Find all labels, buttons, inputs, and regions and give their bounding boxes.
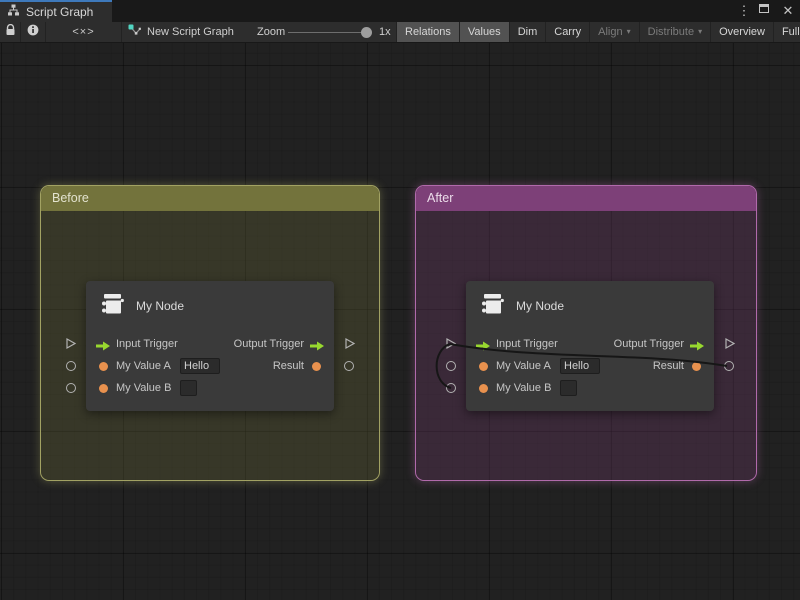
code-view-button[interactable]: <×>	[46, 22, 122, 42]
distribute-dropdown[interactable]: Distribute ▾	[639, 22, 710, 42]
toggle-overview[interactable]: Overview	[710, 22, 773, 42]
outer-value-a-port[interactable]	[446, 361, 456, 371]
zoom-value: 1x	[379, 22, 391, 42]
value-field-b[interactable]	[560, 380, 577, 396]
script-graph-window: Script Graph ⋮ ✕	[0, 0, 800, 600]
port-row-triggers: Input Trigger Output Trigger	[86, 333, 334, 355]
maximize-icon	[759, 4, 769, 13]
close-button[interactable]: ✕	[781, 3, 795, 19]
port-row-triggers: Input Trigger Output Trigger	[466, 333, 714, 355]
graph-name-area: New Script Graph	[128, 22, 234, 42]
value-port-a[interactable]	[99, 362, 108, 371]
outer-trigger-output-port[interactable]	[723, 337, 736, 350]
group-label: After	[427, 191, 453, 205]
window-controls: ⋮ ✕	[737, 0, 795, 22]
unit-icon	[99, 291, 125, 322]
node-my-node-after[interactable]: My Node Input Trigger Output Trigger My …	[466, 281, 714, 411]
port-label-my-value-b: My Value B	[116, 377, 171, 399]
port-label-result: Result	[273, 355, 304, 377]
chevron-down-icon: ▾	[698, 22, 702, 42]
value-field-a[interactable]	[560, 358, 600, 374]
value-field-b[interactable]	[180, 380, 197, 396]
port-row-value-a: My Value A Result	[466, 355, 714, 377]
port-label-output-trigger: Output Trigger	[614, 333, 684, 355]
outer-value-b-port[interactable]	[446, 383, 456, 393]
info-icon	[27, 23, 39, 41]
outer-trigger-input-port[interactable]	[444, 337, 457, 350]
lock-button[interactable]	[0, 22, 21, 42]
graph-name-label: New Script Graph	[147, 26, 234, 38]
value-field-a[interactable]	[180, 358, 220, 374]
node-header[interactable]: My Node	[86, 281, 334, 331]
port-row-value-b: My Value B	[466, 377, 714, 399]
tab-bar: Script Graph ⋮ ✕	[0, 0, 800, 22]
toggle-full-screen[interactable]: Full Screen	[773, 22, 800, 42]
group-header[interactable]: Before	[41, 186, 379, 211]
port-label-input-trigger: Input Trigger	[116, 333, 178, 355]
port-row-value-a: My Value A Result	[86, 355, 334, 377]
toggle-relations[interactable]: Relations	[396, 22, 459, 42]
port-label-my-value-a: My Value A	[116, 355, 171, 377]
graph-asset-icon	[128, 24, 141, 40]
tab-title: Script Graph	[26, 5, 93, 19]
outer-trigger-input-port[interactable]	[64, 337, 77, 350]
group-label: Before	[52, 191, 89, 205]
maximize-button[interactable]	[759, 3, 773, 19]
toggle-dim[interactable]: Dim	[509, 22, 546, 42]
outer-value-b-port[interactable]	[66, 383, 76, 393]
outer-trigger-output-port[interactable]	[343, 337, 356, 350]
port-label-result: Result	[653, 355, 684, 377]
zoom-label: Zoom	[257, 22, 285, 42]
graph-toolbar: <×> New Script Graph Zoom 1x Relations V…	[0, 22, 800, 43]
outer-result-port[interactable]	[344, 361, 354, 371]
tab-script-graph[interactable]: Script Graph	[0, 0, 112, 22]
node-title: My Node	[516, 299, 564, 313]
graph-canvas[interactable]: Before After My No	[0, 43, 800, 600]
port-label-my-value-a: My Value A	[496, 355, 551, 377]
node-header[interactable]: My Node	[466, 281, 714, 331]
port-label-my-value-b: My Value B	[496, 377, 551, 399]
zoom-slider-handle[interactable]	[361, 27, 372, 38]
chevron-down-icon: ▾	[627, 22, 631, 42]
value-port-a[interactable]	[479, 362, 488, 371]
zoom-slider-track[interactable]	[288, 32, 364, 33]
unit-icon	[479, 291, 505, 322]
node-title: My Node	[136, 299, 184, 313]
window-menu-button[interactable]: ⋮	[737, 3, 751, 19]
node-my-node-before[interactable]: My Node Input Trigger Output Trigger My …	[86, 281, 334, 411]
value-port-result[interactable]	[692, 362, 701, 371]
script-graph-icon	[7, 3, 20, 21]
toolbar-toggle-group: Relations Values Dim Carry Align ▾ Distr…	[396, 22, 800, 43]
toggle-carry[interactable]: Carry	[545, 22, 589, 42]
code-icon: <×>	[72, 26, 94, 38]
value-port-result[interactable]	[312, 362, 321, 371]
toggle-values[interactable]: Values	[459, 22, 509, 42]
outer-value-a-port[interactable]	[66, 361, 76, 371]
value-port-b[interactable]	[479, 384, 488, 393]
port-label-input-trigger: Input Trigger	[496, 333, 558, 355]
align-dropdown[interactable]: Align ▾	[589, 22, 638, 42]
lock-icon	[5, 23, 16, 41]
value-port-b[interactable]	[99, 384, 108, 393]
group-header[interactable]: After	[416, 186, 756, 211]
info-button[interactable]	[21, 22, 46, 42]
port-label-output-trigger: Output Trigger	[234, 333, 304, 355]
port-row-value-b: My Value B	[86, 377, 334, 399]
outer-result-port[interactable]	[724, 361, 734, 371]
